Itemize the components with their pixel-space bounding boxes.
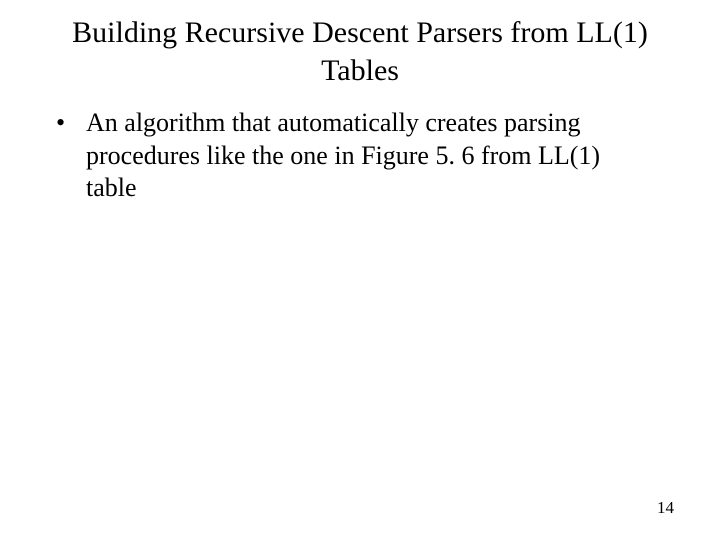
page-number: 14 xyxy=(657,498,674,518)
bullet-item: • An algorithm that automatically create… xyxy=(52,107,650,205)
bullet-marker-icon: • xyxy=(52,107,86,140)
bullet-text: An algorithm that automatically creates … xyxy=(86,107,650,205)
slide-body: • An algorithm that automatically create… xyxy=(0,89,720,205)
slide-title: Building Recursive Descent Parsers from … xyxy=(0,0,720,89)
slide: Building Recursive Descent Parsers from … xyxy=(0,0,720,540)
